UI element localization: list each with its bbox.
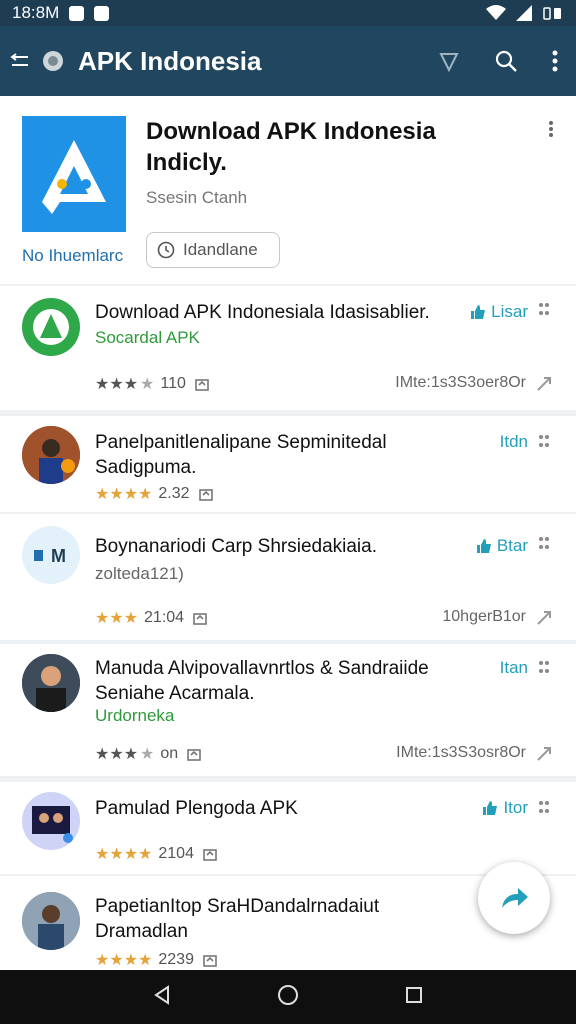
item-meta: IMte:1s3S3osr8Or [396,744,526,761]
item-action[interactable]: Itan [500,658,528,678]
menu-back-icon[interactable] [10,53,30,69]
notification-icon-2 [94,5,110,21]
like-button[interactable]: Itor [481,798,528,818]
back-nav-icon[interactable] [152,984,172,1010]
item-meta: IMte:1s3S3oer8Or [395,374,526,391]
app-title: APK Indonesia [78,45,262,76]
rating: ★★★★ 2239 [95,950,218,970]
item-subtitle: Urdorneka [95,706,175,725]
share-icon[interactable] [536,610,552,631]
like-button[interactable]: Lisar [469,302,528,322]
app-bar: APK Indonesia [0,26,576,96]
list-item[interactable]: Panelpanitlenalipane Sepminitedal Sadigp… [0,416,576,512]
list-item[interactable]: Download APK Indonesiala Idasisablier. S… [0,286,576,410]
list-item[interactable]: Pamulad Plengoda APK ★★★★ 2104 Itor [0,782,576,874]
item-title: Boynanariodi Carp Shrsiedakiaia. [95,536,377,557]
rating: ★★★ ★ 110 [95,374,210,394]
system-nav-bar [0,970,576,1024]
share-icon[interactable] [536,746,552,767]
rating: ★★★ 21:04 [95,608,208,628]
item-subtitle: zolteda121) [95,564,184,583]
item-title: Manuda Alvipovallavnrtlos & Sandraiide S… [95,658,429,704]
rating: ★★★★ 2.32 [95,484,214,504]
rating: ★★★ ★ on [95,744,202,764]
download-icon [203,849,217,861]
rating-value: 2.32 [158,485,190,502]
install-button[interactable]: Idandlane [146,232,280,268]
rating-value: 21:04 [144,609,185,626]
list-item[interactable]: Manuda Alvipovallavnrtlos & Sandraiide S… [0,644,576,776]
install-label: Idandlane [183,240,258,259]
clock-icon [157,241,175,259]
battery-icon [543,7,561,20]
svg-text:M: M [51,546,66,566]
thumb-up-icon [476,539,491,553]
signal-icon [516,5,532,21]
item-more-icon[interactable] [538,660,550,679]
notification-icon [69,5,85,21]
featured-developer: Ssesin Ctanh [146,188,248,207]
item-title: Pamulad Plengoda APK [95,798,298,819]
rating-value: on [160,745,179,762]
rating-value: 2239 [158,951,194,968]
app-icon [22,792,80,850]
app-icon [22,298,80,356]
thumb-up-icon [471,305,486,319]
overflow-menu-icon[interactable] [552,50,558,72]
rating-value: 110 [160,375,186,392]
recents-nav-icon[interactable] [404,985,424,1010]
download-icon [195,379,209,391]
app-icon: M [22,526,80,584]
share-icon[interactable] [536,376,552,397]
like-button[interactable]: Btar [475,536,528,556]
app-icon [22,654,80,712]
download-icon [187,749,201,761]
app-icon [22,892,80,950]
search-icon[interactable] [494,49,518,73]
filter-icon[interactable] [438,50,460,72]
home-nav-icon[interactable] [277,984,299,1011]
share-arrow-icon [502,888,528,908]
app-logo [22,116,126,232]
item-action[interactable]: Itdn [500,432,528,452]
status-bar: 18:8M [0,0,576,26]
item-title: Download APK Indonesiala Idasisablier. [95,302,430,323]
app-icon [22,426,80,484]
item-more-icon[interactable] [538,536,550,555]
rating-value: 2104 [158,845,194,862]
item-more-icon[interactable] [538,800,550,819]
globe-icon [42,50,64,72]
item-more-icon[interactable] [538,302,550,321]
download-icon [198,489,213,501]
item-title: PapetianItop SraHDandalrnadaiut Dramadla… [95,896,380,942]
item-title: Panelpanitlenalipane Sepminitedal Sadigp… [95,432,387,478]
thumb-up-icon [483,801,498,815]
item-more-icon[interactable] [538,434,550,453]
item-meta: 10hgerB1or [442,608,526,625]
list-item[interactable]: M Boynanariodi Carp Shrsiedakiaia. zolte… [0,514,576,640]
featured-title: Download APK Indonesia Indicly. [146,118,436,176]
status-time: 18:8M [12,3,60,22]
wifi-icon [486,5,506,20]
featured-app-card[interactable]: No Ihuemlarc Download APK Indonesia Indi… [0,96,576,284]
rating: ★★★★ 2104 [95,844,218,864]
featured-more-icon[interactable] [548,120,554,143]
download-icon [203,955,217,967]
logo-caption: No Ihuemlarc [22,246,124,265]
item-subtitle: Socardal APK [95,328,200,347]
download-icon [193,613,207,625]
content-area: No Ihuemlarc Download APK Indonesia Indi… [0,96,576,970]
share-fab[interactable] [478,862,550,934]
